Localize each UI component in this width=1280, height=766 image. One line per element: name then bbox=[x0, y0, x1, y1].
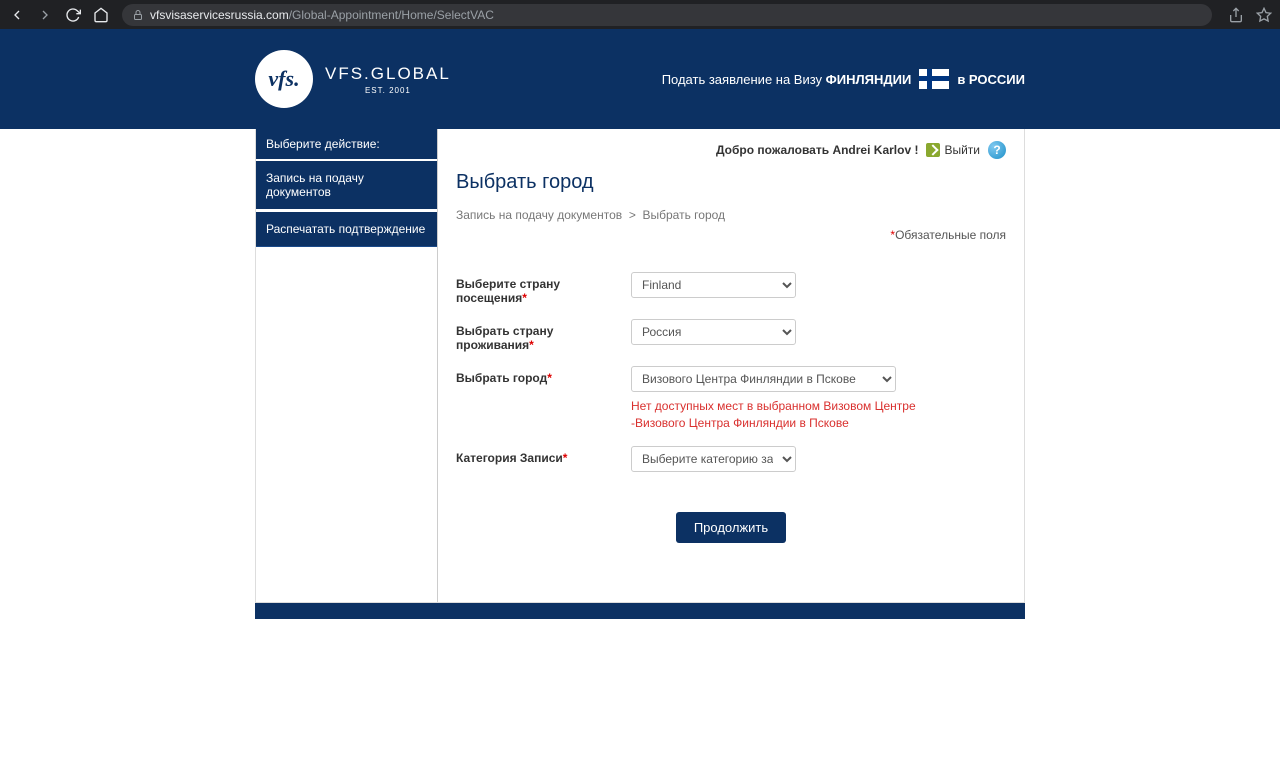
browser-chrome: vfsvisaservicesrussia.com/Global-Appoint… bbox=[0, 0, 1280, 29]
select-category[interactable]: Выберите категорию записи bbox=[631, 446, 796, 472]
nav-home-icon[interactable] bbox=[92, 6, 110, 24]
label-country-visit: Выберите страну посещения* bbox=[456, 272, 631, 305]
logout-link[interactable]: Выйти bbox=[926, 143, 980, 157]
site-header: vfs. VFS.GLOBAL EST. 2001 Подать заявлен… bbox=[0, 29, 1280, 129]
logo-mark: vfs. bbox=[255, 50, 313, 108]
sidebar-item-print[interactable]: Распечатать подтверждение bbox=[256, 212, 437, 247]
header-country: ФИНЛЯНДИИ bbox=[826, 72, 912, 87]
sidebar-item-label: Запись на подачу документов bbox=[266, 171, 364, 199]
logout-label: Выйти bbox=[944, 143, 980, 157]
select-country-visit[interactable]: Finland bbox=[631, 272, 796, 298]
welcome-text: Добро пожаловать Andrei Karlov ! bbox=[716, 143, 918, 157]
footer-bar bbox=[255, 603, 1025, 619]
header-post: в РОССИИ bbox=[957, 72, 1025, 87]
breadcrumb-1[interactable]: Запись на подачу документов bbox=[456, 208, 622, 222]
header-pre: Подать заявление на Визу bbox=[662, 72, 826, 87]
breadcrumb-2: Выбрать город bbox=[643, 208, 726, 222]
logo-subtext: EST. 2001 bbox=[325, 86, 451, 95]
logout-icon bbox=[926, 143, 940, 157]
sidebar-item-label: Распечатать подтверждение bbox=[266, 222, 425, 236]
url-path: /Global-Appointment/Home/SelectVAC bbox=[289, 8, 494, 22]
label-country-reside: Выбрать страну проживания* bbox=[456, 319, 631, 352]
nav-forward-icon[interactable] bbox=[36, 6, 54, 24]
header-apply-text: Подать заявление на Визу ФИНЛЯНДИИ в РОС… bbox=[662, 69, 1025, 89]
page-title: Выбрать город bbox=[456, 171, 1006, 194]
help-icon[interactable]: ? bbox=[988, 141, 1006, 159]
continue-button[interactable]: Продолжить bbox=[676, 512, 786, 543]
breadcrumb-sep: > bbox=[629, 208, 636, 222]
share-icon[interactable] bbox=[1228, 7, 1244, 23]
url-domain: vfsvisaservicesrussia.com bbox=[150, 8, 289, 22]
lock-icon bbox=[132, 9, 144, 21]
finland-flag-icon bbox=[919, 69, 949, 89]
main-content: Добро пожаловать Andrei Karlov ! Выйти ?… bbox=[438, 129, 1024, 602]
required-note: *Обязательные поля bbox=[456, 228, 1006, 242]
star-icon[interactable] bbox=[1256, 7, 1272, 23]
nav-back-icon[interactable] bbox=[8, 6, 26, 24]
logo-text: VFS.GLOBAL bbox=[325, 64, 451, 84]
city-error-message: Нет доступных мест в выбранном Визовом Ц… bbox=[631, 398, 931, 432]
breadcrumb: Запись на подачу документов > Выбрать го… bbox=[456, 208, 1006, 222]
sidebar-item-appointment[interactable]: Запись на подачу документов bbox=[256, 161, 437, 212]
sidebar-title: Выберите действие: bbox=[256, 129, 437, 159]
logo[interactable]: vfs. VFS.GLOBAL EST. 2001 bbox=[255, 50, 451, 108]
select-city[interactable]: Визового Центра Финляндии в Пскове bbox=[631, 366, 896, 392]
address-bar[interactable]: vfsvisaservicesrussia.com/Global-Appoint… bbox=[122, 4, 1212, 26]
select-country-reside[interactable]: Россия bbox=[631, 319, 796, 345]
label-city: Выбрать город* bbox=[456, 366, 631, 385]
label-category: Категория Записи* bbox=[456, 446, 631, 465]
nav-reload-icon[interactable] bbox=[64, 6, 82, 24]
sidebar: Выберите действие: Запись на подачу доку… bbox=[256, 129, 438, 602]
